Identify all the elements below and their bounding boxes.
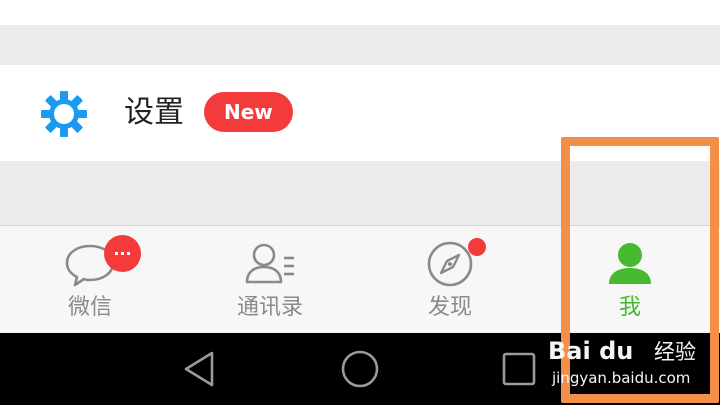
new-badge: New xyxy=(204,92,293,132)
watermark-logo-suffix: 经验 xyxy=(654,340,696,364)
unread-badge: ... xyxy=(104,235,141,272)
tab-discover-label: 发现 xyxy=(427,295,472,320)
top-white-strip xyxy=(0,0,720,25)
new-content-dot xyxy=(468,238,486,256)
recents-square-icon[interactable] xyxy=(500,349,540,389)
section-gap xyxy=(0,25,720,65)
watermark-url: jingyan.baidu.com xyxy=(552,369,691,387)
tab-contacts[interactable]: 通讯录 xyxy=(180,226,360,334)
gear-icon xyxy=(41,91,87,137)
tab-wechat-label: 微信 xyxy=(67,295,112,320)
baidu-jingyan-watermark: Bai du 经验 jingyan.baidu.com xyxy=(548,336,718,392)
home-circle-icon[interactable] xyxy=(340,349,380,389)
tab-wechat[interactable]: ... 微信 xyxy=(0,226,180,334)
tab-contacts-label: 通讯录 xyxy=(236,295,303,320)
watermark-logo: Bai du xyxy=(548,337,634,365)
back-triangle-icon[interactable] xyxy=(180,349,220,389)
contacts-icon xyxy=(245,243,294,284)
settings-label: 设置 xyxy=(124,95,184,130)
tab-discover[interactable]: 发现 xyxy=(360,226,540,334)
